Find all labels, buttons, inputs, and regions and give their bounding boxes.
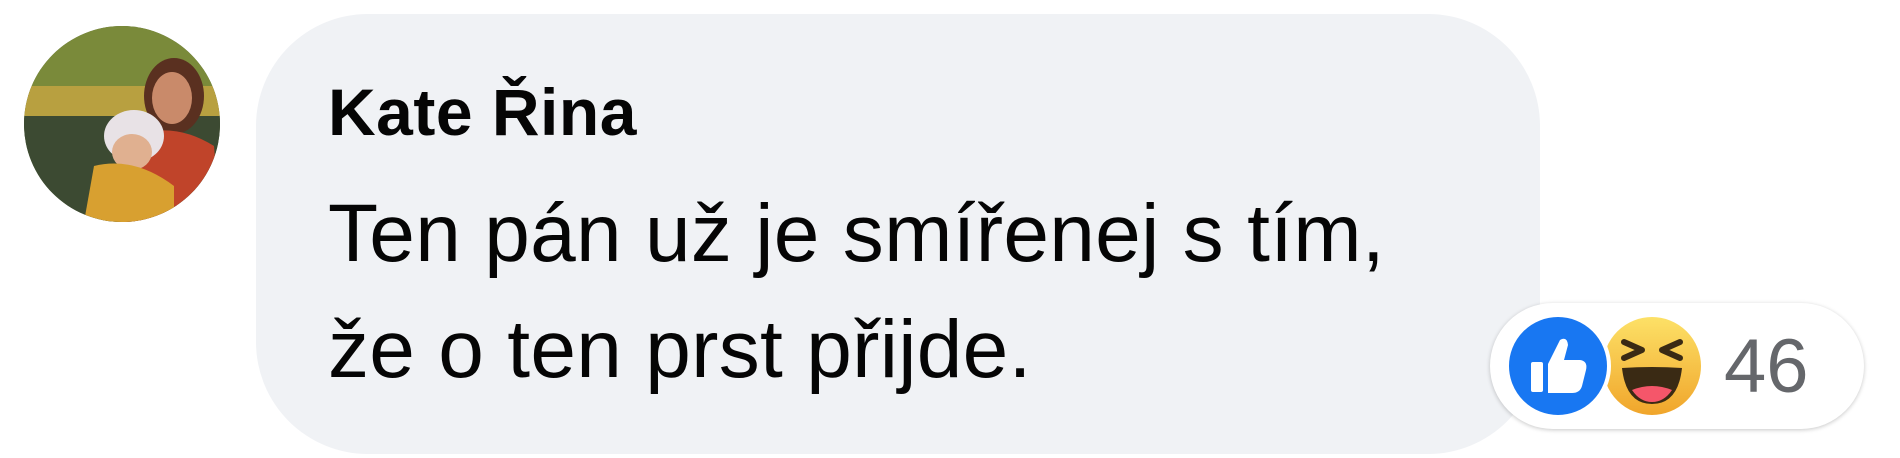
reaction-count: 46 bbox=[1724, 324, 1809, 409]
comment: Kate Řina Ten pán už je smířenej s tím, … bbox=[0, 0, 1900, 458]
avatar[interactable] bbox=[24, 26, 220, 222]
haha-icon bbox=[1598, 312, 1706, 420]
comment-author[interactable]: Kate Řina bbox=[328, 74, 637, 150]
reactions-summary[interactable]: 46 bbox=[1490, 303, 1864, 429]
like-icon bbox=[1504, 312, 1612, 420]
comment-text: Ten pán už je smířenej s tím, že o ten p… bbox=[328, 188, 1385, 395]
profile-photo bbox=[24, 26, 220, 222]
